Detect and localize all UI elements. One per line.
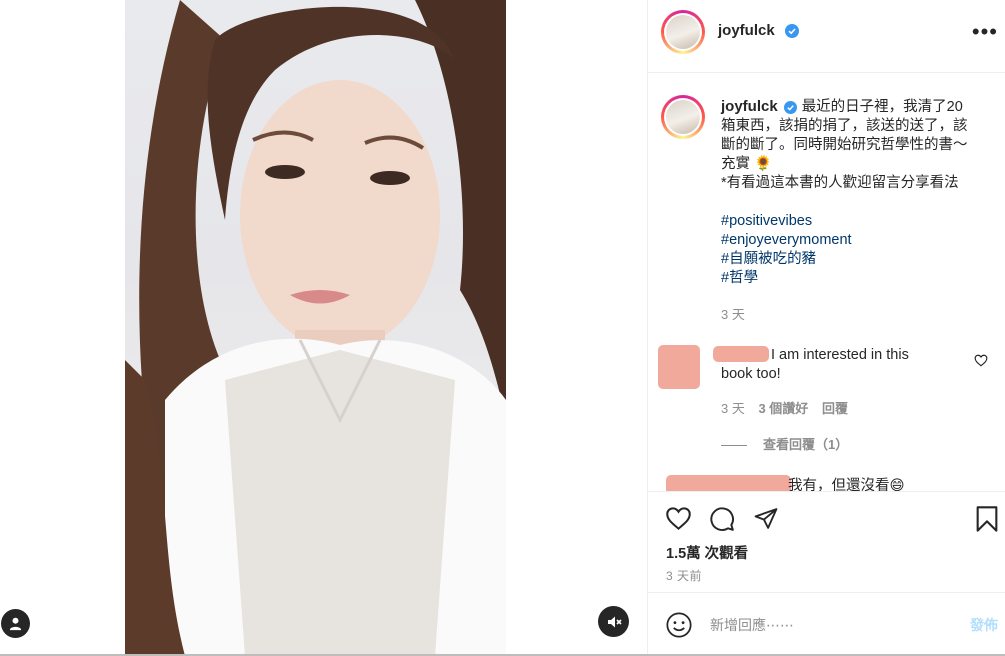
caption-line: 最近的日子裡，我清了20 bbox=[801, 99, 963, 115]
bookmark-icon[interactable] bbox=[975, 505, 999, 533]
post-timestamp[interactable]: 3 天前 bbox=[666, 567, 702, 584]
caption-username[interactable]: joyfulck bbox=[721, 98, 778, 115]
user-icon bbox=[9, 617, 22, 631]
hashtag-link[interactable]: #哲學 bbox=[721, 269, 993, 288]
post-actions: 1.5萬 次觀看 3 天前 bbox=[648, 491, 1005, 592]
comment-likes[interactable]: 3 個讚好 bbox=[758, 401, 808, 416]
post-header: joyfulck ••• bbox=[648, 0, 1005, 73]
comment-like-heart-icon[interactable] bbox=[974, 354, 988, 367]
add-comment-bar: 發佈 bbox=[648, 592, 1005, 655]
caption-line: 箱東西，該捐的捐了，該送的送了，該 bbox=[721, 118, 968, 134]
view-replies-row[interactable]: 查看回覆（1） bbox=[721, 434, 848, 453]
author-username[interactable]: joyfulck bbox=[718, 22, 775, 39]
verified-badge-icon bbox=[783, 100, 797, 114]
comment-input[interactable] bbox=[708, 613, 952, 637]
tagged-users-button[interactable] bbox=[1, 609, 30, 638]
comment-timestamp[interactable]: 3 天 bbox=[721, 401, 745, 416]
redacted-commenter-name bbox=[713, 346, 769, 362]
post-caption: joyfulck 最近的日子裡，我清了20 箱東西，該捐的捐了，該送的送了，該 斷… bbox=[721, 97, 993, 288]
redacted-commenter-avatar bbox=[658, 345, 700, 389]
post-comment-button[interactable]: 發佈 bbox=[970, 615, 998, 635]
hashtag-link[interactable]: #positivevibes bbox=[721, 212, 993, 231]
muted-speaker-icon bbox=[607, 616, 622, 627]
more-options-icon[interactable]: ••• bbox=[972, 21, 998, 43]
caption-line: 充實 🌻 bbox=[721, 156, 773, 172]
hashtag-link[interactable]: #自願被吃的豬 bbox=[721, 250, 993, 269]
verified-badge-icon bbox=[785, 23, 800, 38]
comment-text: I am interested in this bbox=[771, 347, 909, 363]
caption-line: 斷的斷了。同時開始研究哲學性的書～ bbox=[721, 137, 968, 153]
post-details-panel: joyfulck ••• joyfulck 最近的日子裡，我清了20 箱東西，該捐… bbox=[647, 0, 1005, 656]
portrait-illustration bbox=[125, 0, 506, 656]
view-replies-button[interactable]: 查看回覆（1） bbox=[763, 437, 848, 452]
emoji-icon[interactable] bbox=[665, 611, 693, 639]
mute-toggle-button[interactable] bbox=[598, 606, 629, 637]
author-avatar[interactable] bbox=[661, 10, 705, 54]
post-media[interactable] bbox=[0, 0, 647, 656]
comment-reply-button[interactable]: 回覆 bbox=[822, 401, 848, 416]
comments-section: joyfulck 最近的日子裡，我清了20 箱東西，該捐的捐了，該送的送了，該 斷… bbox=[648, 73, 1005, 491]
replies-divider bbox=[721, 445, 747, 447]
hashtag-link[interactable]: #enjoyeverymoment bbox=[721, 231, 993, 250]
comment-text: 我有，但還沒看😄 bbox=[788, 478, 905, 491]
view-count[interactable]: 1.5萬 次觀看 bbox=[666, 542, 748, 563]
comment-icon[interactable] bbox=[709, 506, 735, 532]
post-photo[interactable] bbox=[125, 0, 506, 656]
comment-text: book too! bbox=[721, 366, 781, 382]
caption-author-avatar[interactable] bbox=[661, 95, 705, 139]
redacted-commenter-name bbox=[666, 475, 791, 491]
caption-line: *有看過這本書的人歡迎留言分享看法 bbox=[721, 175, 959, 191]
paper-plane-icon[interactable] bbox=[753, 506, 779, 531]
heart-icon[interactable] bbox=[665, 506, 692, 531]
caption-timestamp[interactable]: 3 天 bbox=[721, 304, 745, 323]
